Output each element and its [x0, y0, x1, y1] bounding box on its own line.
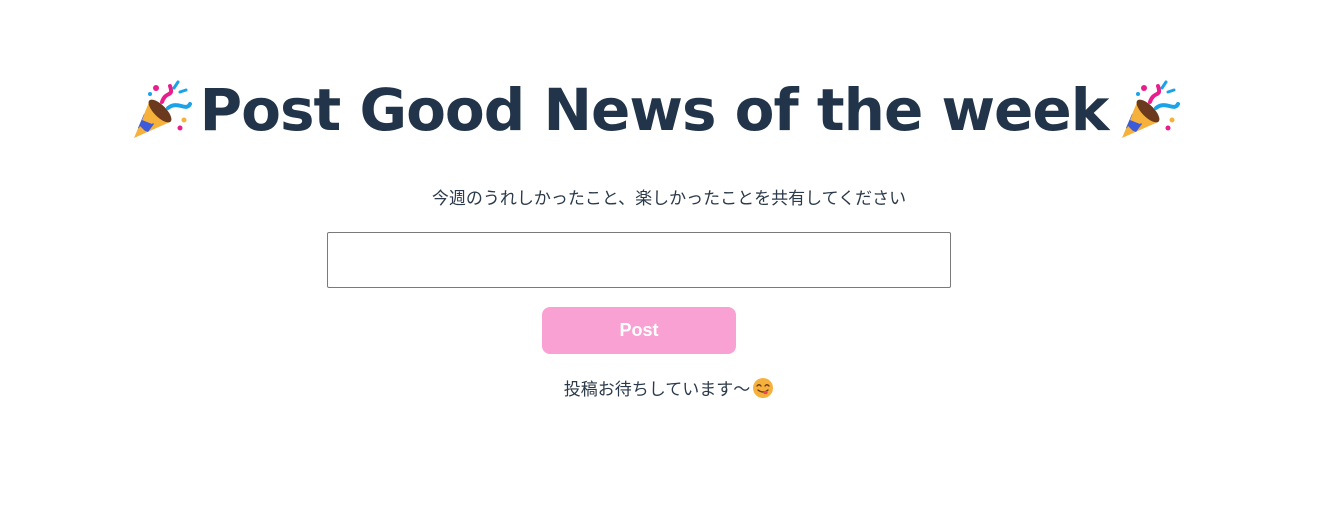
party-popper-icon — [133, 80, 192, 138]
title-row: Post Good News of the week — [0, 74, 1338, 146]
waiting-message-row: 投稿お待ちしています〜 — [0, 375, 1338, 400]
waiting-message: 投稿お待ちしています〜 — [563, 380, 751, 400]
page: Post Good News of the week 今週のうれしかったこと、楽… — [0, 0, 1338, 523]
party-popper-icon — [1122, 80, 1181, 138]
page-title: Post Good News of the week — [199, 76, 1110, 144]
good-news-input[interactable] — [327, 232, 951, 288]
form-prompt: 今週のうれしかったこと、楽しかったことを共有してください — [431, 189, 907, 209]
yum-face-icon — [753, 377, 774, 398]
title-container: Post Good News of the week — [128, 74, 1181, 146]
post-button[interactable]: Post — [542, 307, 736, 354]
